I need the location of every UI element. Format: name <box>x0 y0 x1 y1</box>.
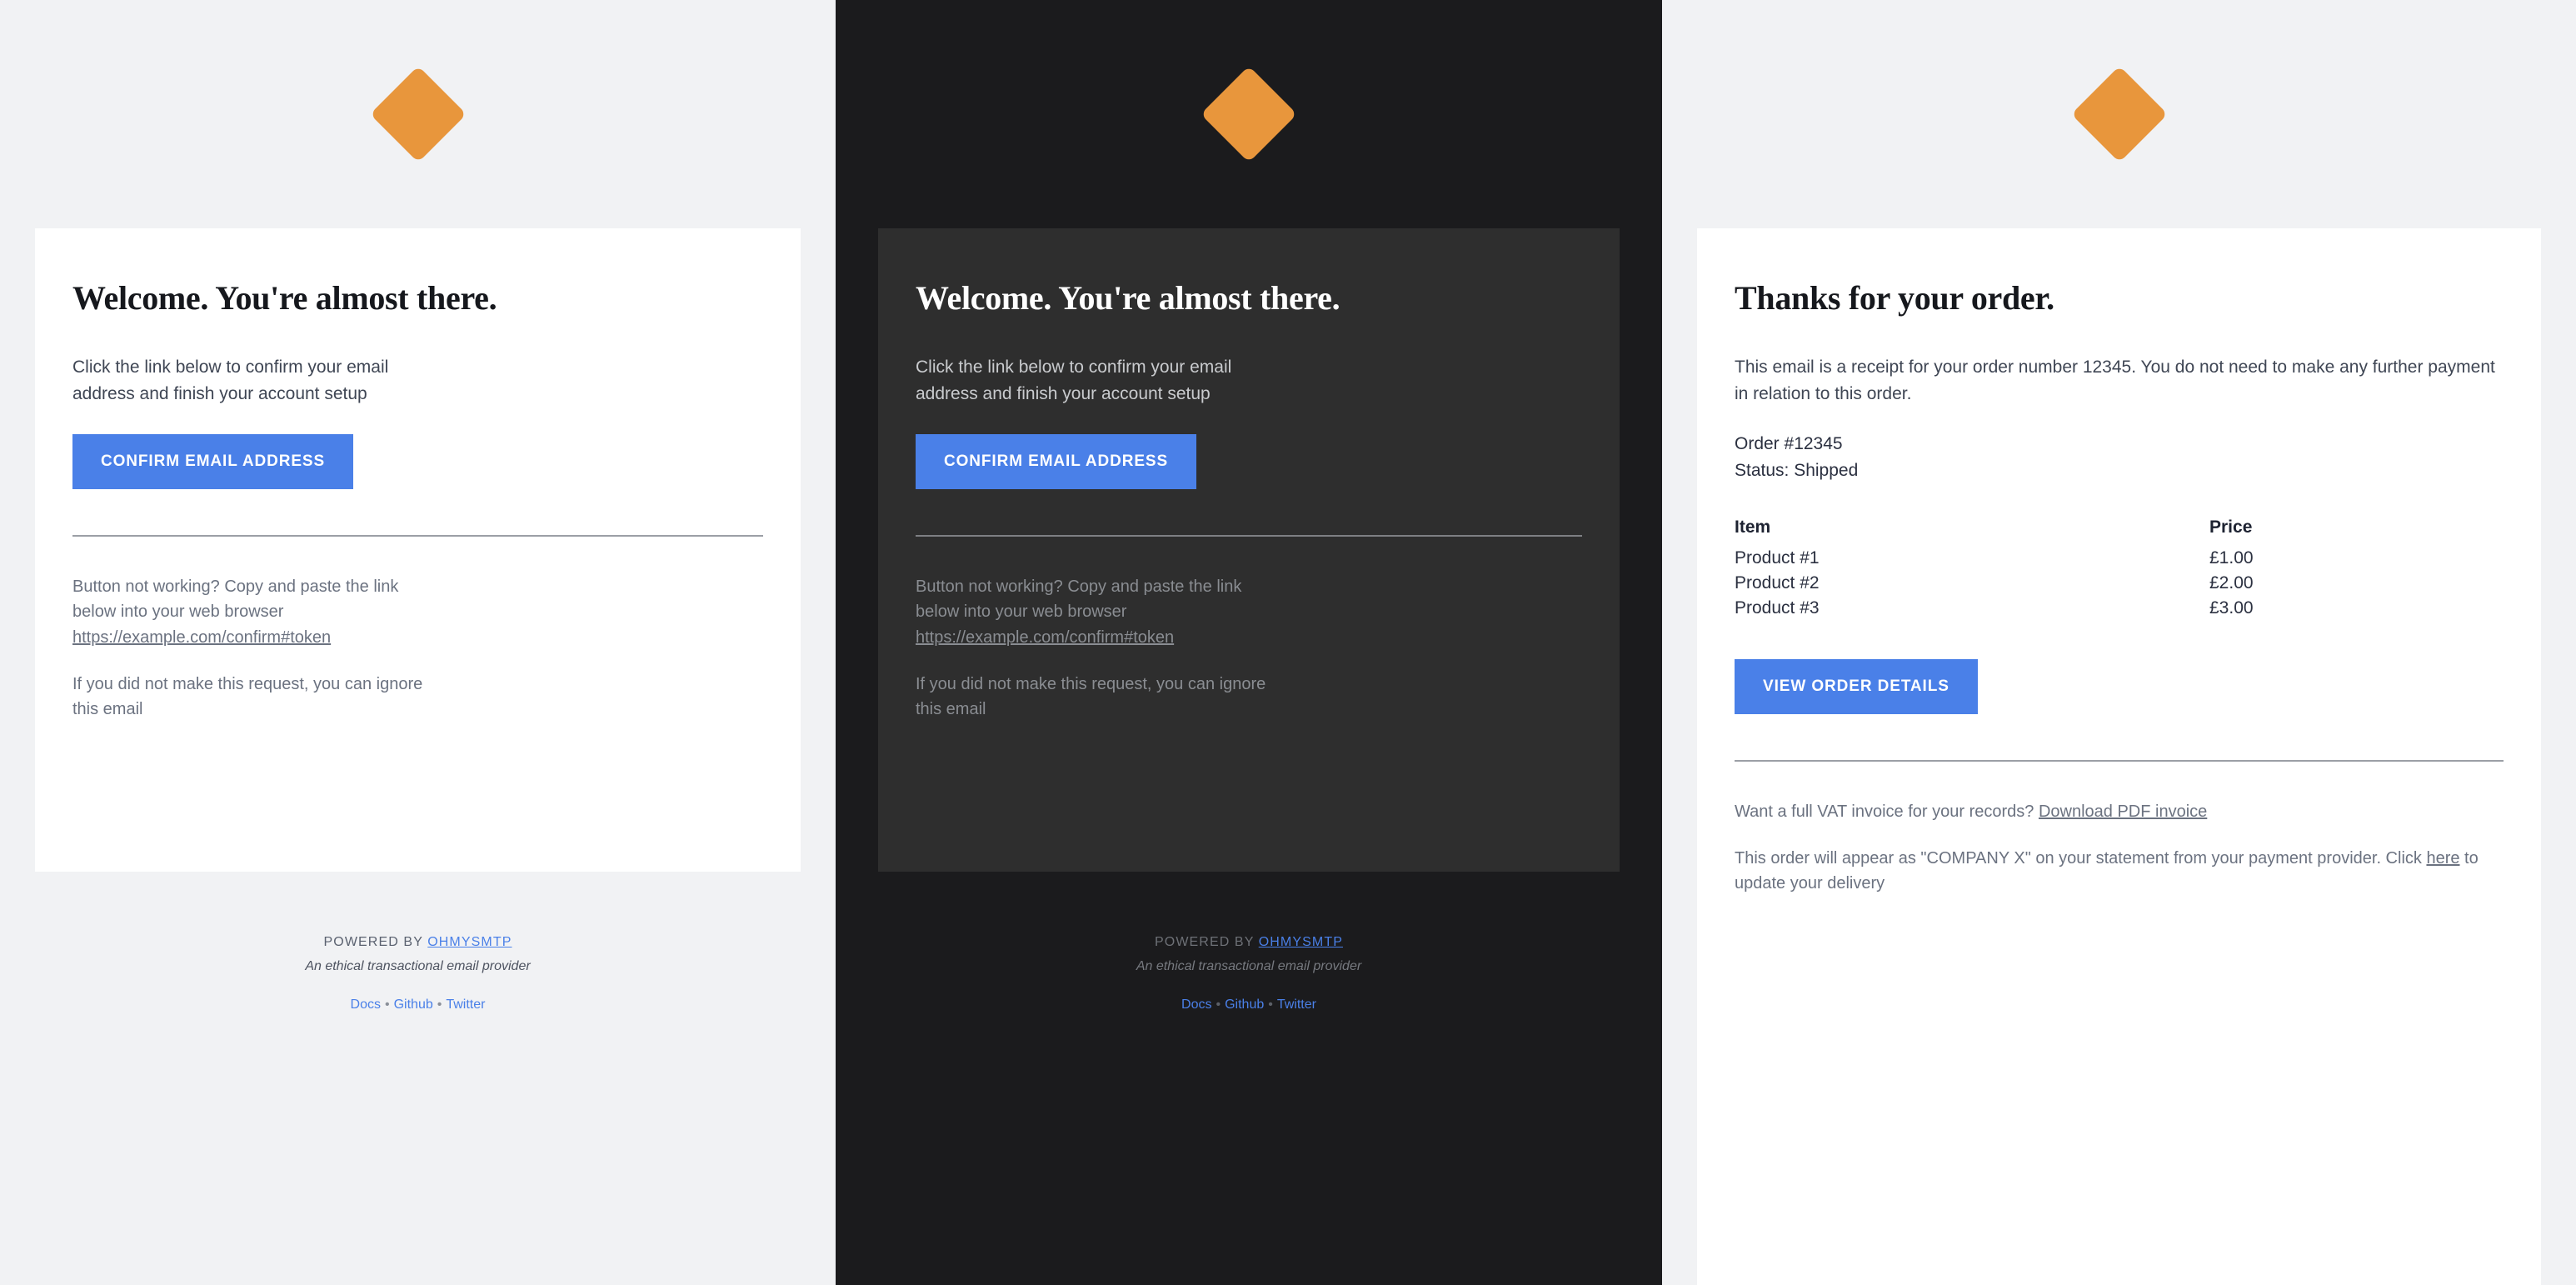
powered-by-line: POWERED BY OHMYSMTP <box>836 935 1662 950</box>
email-template-preview: Welcome. You're almost there. Click the … <box>0 0 2576 1285</box>
confirm-url-link[interactable]: https://example.com/confirm#token <box>72 628 331 647</box>
footer-links: Docs • Github • Twitter <box>0 998 836 1012</box>
statement-text: This order will appear as "COMPANY X" on… <box>1735 849 2427 868</box>
page-title: Thanks for your order. <box>1735 279 2054 317</box>
column-header-item: Item <box>1735 517 1771 537</box>
cell-price: £2.00 <box>2209 572 2254 592</box>
confirm-url-link[interactable]: https://example.com/confirm#token <box>916 628 1174 647</box>
powered-by-label: POWERED BY <box>323 935 428 949</box>
footer-dark: POWERED BY OHMYSMTP An ethical transacti… <box>836 872 1662 1012</box>
footer-link-docs[interactable]: Docs <box>351 998 381 1012</box>
table-header-row: Item Price <box>1735 518 2459 546</box>
statement-paragraph: This order will appear as "COMPANY X" on… <box>1735 846 2501 897</box>
orange-diamond-logo-icon <box>2070 66 2168 162</box>
logo-header-dark <box>836 0 1662 228</box>
footer-link-twitter[interactable]: Twitter <box>1277 998 1316 1012</box>
powered-by-line: POWERED BY OHMYSMTP <box>0 935 836 950</box>
footer-light: POWERED BY OHMYSMTP An ethical transacti… <box>0 872 836 1012</box>
brand-link[interactable]: OHMYSMTP <box>427 935 512 949</box>
order-items-table: Item Price Product #1 £1.00 Product #2 £… <box>1735 518 2459 621</box>
ignore-note: If you did not make this request, you ca… <box>72 674 423 719</box>
cell-price: £1.00 <box>2209 548 2254 568</box>
update-delivery-link[interactable]: here <box>2426 849 2459 868</box>
order-status: Status: Shipped <box>1735 460 1859 480</box>
order-meta: Order #12345 Status: Shipped <box>1735 431 2504 484</box>
fallback-paragraph: Button not working? Copy and paste the l… <box>72 574 431 650</box>
footer-separator: • <box>437 998 442 1012</box>
table-row: Product #3 £3.00 <box>1735 596 2459 621</box>
table-row: Product #2 £2.00 <box>1735 571 2459 596</box>
download-pdf-invoice-link[interactable]: Download PDF invoice <box>2039 802 2207 821</box>
order-number: Order #12345 <box>1735 433 1843 453</box>
footer-tagline: An ethical transactional email provider <box>305 959 531 973</box>
view-order-details-button[interactable]: VIEW ORDER DETAILS <box>1735 658 1978 714</box>
footer-separator: • <box>1268 998 1273 1012</box>
footer-link-twitter[interactable]: Twitter <box>446 998 485 1012</box>
logo-header-receipt <box>1662 0 2576 228</box>
footer-links: Docs • Github • Twitter <box>836 998 1662 1012</box>
receipt-intro: This email is a receipt for your order n… <box>1735 358 2495 403</box>
footer-separator: • <box>384 998 390 1012</box>
panel-welcome-dark: Welcome. You're almost there. Click the … <box>836 0 1662 1285</box>
email-card-light: Welcome. You're almost there. Click the … <box>35 228 801 872</box>
fallback-paragraph: Button not working? Copy and paste the l… <box>916 574 1274 650</box>
column-header-price: Price <box>2209 517 2253 537</box>
orange-diamond-logo-icon <box>1201 66 1297 162</box>
cell-item: Product #3 <box>1735 598 1820 618</box>
panel-receipt: Thanks for your order. This email is a r… <box>1662 0 2576 1285</box>
cell-item: Product #2 <box>1735 572 1820 592</box>
footer-link-github[interactable]: Github <box>394 998 433 1012</box>
page-title: Welcome. You're almost there. <box>72 279 497 317</box>
footer-separator: • <box>1216 998 1221 1012</box>
divider <box>916 534 1582 537</box>
intro-paragraph: Click the link below to confirm your ema… <box>72 358 389 403</box>
orange-diamond-logo-icon <box>369 66 467 162</box>
brand-link[interactable]: OHMYSMTP <box>1259 935 1343 949</box>
confirm-email-button[interactable]: CONFIRM EMAIL ADDRESS <box>916 433 1197 489</box>
vat-invoice-paragraph: Want a full VAT invoice for your records… <box>1735 799 2501 824</box>
fallback-text: Button not working? Copy and paste the l… <box>72 577 399 622</box>
cell-item: Product #1 <box>1735 548 1820 568</box>
logo-header <box>0 0 836 228</box>
divider <box>72 534 763 537</box>
confirm-email-button[interactable]: CONFIRM EMAIL ADDRESS <box>72 433 354 489</box>
cell-price: £3.00 <box>2209 598 2254 618</box>
vat-invoice-text: Want a full VAT invoice for your records… <box>1735 802 2039 821</box>
powered-by-label: POWERED BY <box>1155 935 1259 949</box>
email-card-receipt: Thanks for your order. This email is a r… <box>1697 228 2541 1285</box>
fallback-text: Button not working? Copy and paste the l… <box>916 577 1242 622</box>
panel-welcome-light: Welcome. You're almost there. Click the … <box>0 0 836 1285</box>
footer-link-github[interactable]: Github <box>1225 998 1264 1012</box>
footer-link-docs[interactable]: Docs <box>1181 998 1211 1012</box>
divider <box>1735 759 2504 762</box>
intro-paragraph: Click the link below to confirm your ema… <box>916 358 1232 403</box>
ignore-note: If you did not make this request, you ca… <box>916 674 1266 719</box>
footer-tagline: An ethical transactional email provider <box>1136 959 1362 973</box>
email-card-dark: Welcome. You're almost there. Click the … <box>878 228 1620 872</box>
table-row: Product #1 £1.00 <box>1735 546 2459 571</box>
page-title: Welcome. You're almost there. <box>916 279 1340 317</box>
